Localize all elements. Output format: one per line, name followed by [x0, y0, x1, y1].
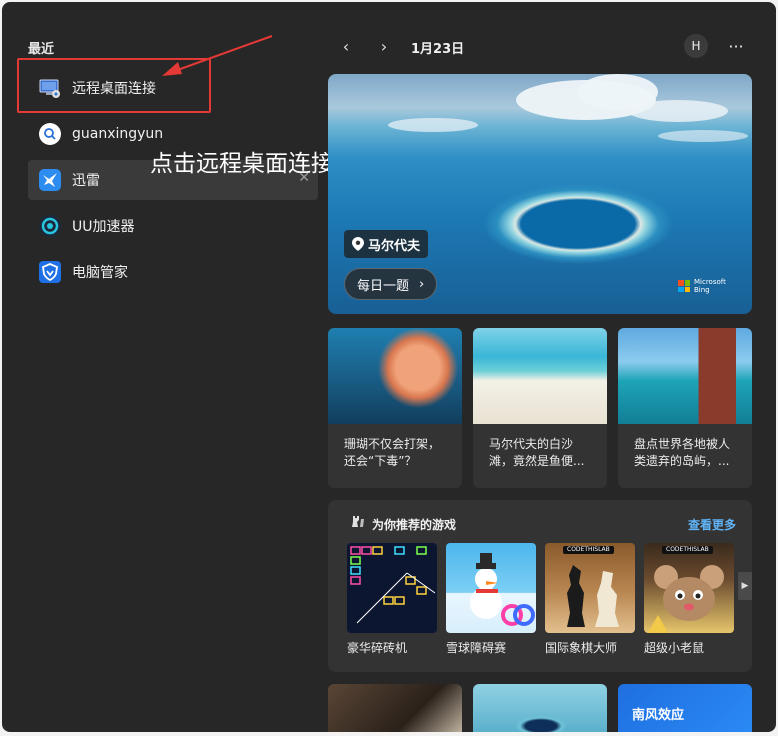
game-thumbnail: CODETHISLAB: [644, 543, 734, 633]
bottom-card[interactable]: 南风效应: [618, 684, 752, 732]
thunder-bird-icon: [38, 168, 62, 192]
games-section: 为你推荐的游戏 查看更多 豪华碎砖机 雪球障碍赛 CODETHISLAB 国际象…: [328, 500, 752, 672]
daily-quiz-label: 每日一题: [357, 278, 410, 294]
game-thumbnail: [347, 543, 437, 633]
news-card[interactable]: 马尔代夫的白沙滩，竟然是鱼便...: [473, 328, 607, 488]
game-thumbnail: [446, 543, 536, 633]
game-tile[interactable]: 雪球障碍赛: [446, 543, 536, 656]
news-card[interactable]: 珊瑚不仅会打架，还会“下毒”？: [328, 328, 462, 488]
game-tile[interactable]: 豪华碎砖机: [347, 543, 437, 656]
search-icon: [38, 122, 62, 146]
location-badge[interactable]: 马尔代夫: [344, 230, 429, 258]
recent-item-label: guanxingyun: [72, 126, 164, 142]
more-options-button[interactable]: ···: [724, 34, 748, 58]
game-name: 雪球障碍赛: [446, 641, 507, 655]
recent-item-uu[interactable]: UU加速器: [28, 206, 318, 246]
widget-panel: 最近 远程桌面连接 guanxingyun 迅雷 ✕ UU加速器 电脑管家 点击…: [2, 2, 776, 732]
recent-item-label: UU加速器: [72, 219, 135, 235]
game-name: 国际象棋大师: [545, 641, 618, 655]
game-tile[interactable]: CODETHISLAB 国际象棋大师: [545, 543, 635, 656]
recent-title: 最近: [28, 42, 55, 57]
news-image: [328, 328, 462, 424]
microsoft-bing-logo: Microsoft Bing: [678, 278, 726, 294]
bottom-card[interactable]: [473, 684, 607, 732]
red-arrow-icon: [162, 35, 273, 76]
bottom-card[interactable]: [328, 684, 462, 732]
brand-line1: Microsoft: [694, 278, 726, 286]
annotation-text: 点击远程桌面连接: [150, 151, 334, 177]
avatar[interactable]: H: [684, 34, 708, 58]
brand-line2: Bing: [694, 286, 710, 294]
game-name: 豪华碎砖机: [347, 641, 408, 655]
chevron-right-icon: ›: [419, 276, 425, 292]
daily-quiz-button[interactable]: 每日一题 ›: [344, 268, 438, 300]
next-button[interactable]: ›: [374, 36, 394, 56]
recent-item-label: 迅雷: [72, 173, 100, 189]
location-pin-icon: [352, 237, 364, 251]
microsoft-logo-icon: [678, 280, 690, 292]
publisher-tag: CODETHISLAB: [563, 546, 614, 554]
uu-accelerator-icon: [38, 214, 62, 238]
news-title: 珊瑚不仅会打架，还会“下毒”？: [344, 437, 441, 468]
game-tile[interactable]: CODETHISLAB 超级小老鼠: [644, 543, 734, 656]
date-label: 1月23日: [411, 42, 465, 57]
bottom-card-title: 南风效应: [632, 708, 685, 723]
news-image: [618, 328, 752, 424]
publisher-tag: CODETHISLAB: [662, 546, 713, 554]
location-label: 马尔代夫: [368, 238, 421, 254]
games-title: 为你推荐的游戏: [372, 518, 457, 532]
recent-item-pc-manager[interactable]: 电脑管家: [28, 252, 318, 292]
pc-manager-shield-icon: [38, 260, 62, 284]
scroll-right-button[interactable]: ▶: [738, 572, 752, 600]
previous-button[interactable]: ‹: [336, 36, 356, 56]
news-image: [473, 328, 607, 424]
hero-image-card[interactable]: 马尔代夫 每日一题 › Microsoft Bing: [328, 74, 752, 314]
news-title: 马尔代夫的白沙滩，竟然是鱼便...: [489, 437, 585, 468]
recent-item-label: 电脑管家: [72, 265, 128, 281]
chess-piece-icon: [352, 516, 364, 527]
news-card[interactable]: 盘点世界各地被人类遗弃的岛屿，...: [618, 328, 752, 488]
see-more-link[interactable]: 查看更多: [688, 516, 736, 533]
game-thumbnail: CODETHISLAB: [545, 543, 635, 633]
news-title: 盘点世界各地被人类遗弃的岛屿，...: [634, 437, 731, 468]
game-name: 超级小老鼠: [644, 641, 705, 655]
